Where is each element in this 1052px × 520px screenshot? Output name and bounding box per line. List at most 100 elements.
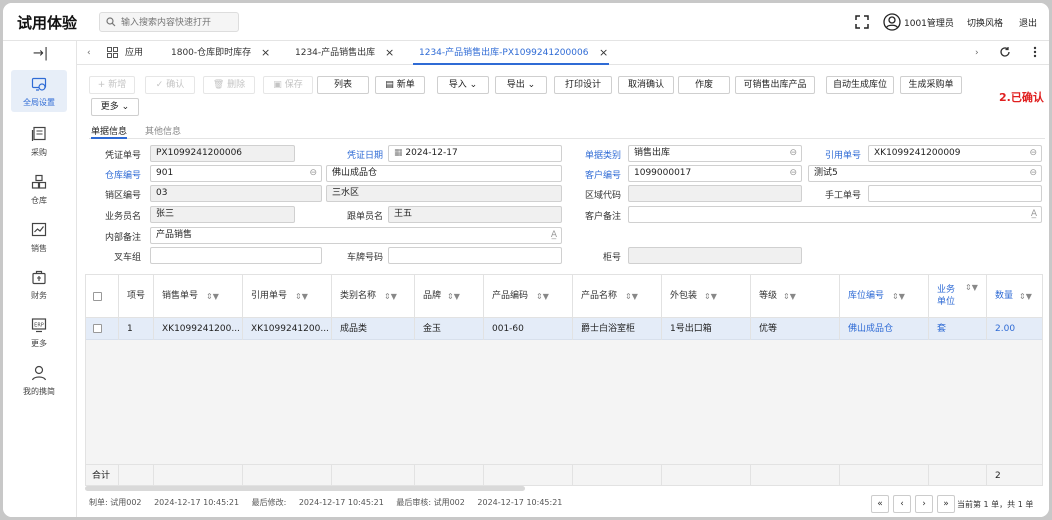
sales-area-code-field[interactable]: 03 — [150, 185, 322, 202]
table-cell[interactable]: 优等 — [751, 318, 840, 340]
sort-filter-icon[interactable]: ⇕▼ — [783, 275, 796, 318]
more-button[interactable]: 更多 ⌄ — [91, 98, 139, 116]
customer-name-field[interactable]: 测试5 ⊖ — [808, 165, 1042, 182]
tab-document-info[interactable]: 单据信息 — [91, 124, 128, 139]
close-icon[interactable]: × — [261, 41, 270, 65]
generate-purchase-button[interactable]: 生成采购单 — [900, 76, 962, 94]
void-button[interactable]: 作废 — [678, 76, 730, 94]
list-button[interactable]: 列表 — [317, 76, 369, 94]
export-button[interactable]: 导出 ⌄ — [495, 76, 547, 94]
import-button[interactable]: 导入 ⌄ — [437, 76, 489, 94]
sort-filter-icon[interactable]: ⇕▼ — [206, 275, 219, 318]
tab-inventory[interactable]: 1800-仓库即时库存 × — [171, 41, 271, 65]
table-cell[interactable]: 1 — [119, 318, 154, 340]
sort-filter-icon[interactable]: ⇕▼ — [892, 275, 905, 318]
collapse-sidebar-icon[interactable]: →| — [33, 46, 48, 61]
sort-filter-icon[interactable]: ⇕▼ — [447, 275, 460, 318]
col-header[interactable]: 销售单号 ⇕▼ — [154, 275, 243, 318]
forklift-group-field[interactable] — [150, 247, 322, 264]
sort-filter-icon[interactable]: ⇕▼ — [384, 275, 397, 318]
save-button[interactable]: ▣ 保存 — [263, 76, 313, 94]
confirm-button[interactable]: ✓ 确认 — [145, 76, 195, 94]
lookup-icon[interactable]: ⊖ — [309, 166, 317, 181]
warehouse-code-field[interactable]: 901 ⊖ — [150, 165, 322, 182]
sort-filter-icon[interactable]: ⇕▼ — [625, 275, 638, 318]
col-header[interactable]: 业务单位 ⇕▼ — [929, 275, 987, 318]
sellable-products-button[interactable]: 可销售出库产品 — [735, 76, 815, 94]
add-button[interactable]: + 新增 — [89, 76, 135, 94]
sidebar-item-my-shortcuts[interactable]: 我的携简 — [11, 359, 67, 401]
table-cell[interactable]: 套 — [929, 318, 987, 340]
table-cell[interactable]: 佛山成品仓 — [840, 318, 929, 340]
close-icon[interactable]: × — [385, 41, 394, 65]
col-header[interactable]: 产品编码 ⇕▼ — [484, 275, 573, 318]
customer-note-field[interactable]: A̲ — [628, 206, 1042, 223]
sort-filter-icon[interactable]: ⇕▼ — [704, 275, 717, 318]
sales-area-name-field[interactable]: 三水区 — [326, 185, 562, 202]
sidebar-item-warehouse[interactable]: 仓库 — [11, 168, 67, 210]
new-document-button[interactable]: ▤ 新单 — [375, 76, 425, 94]
table-cell[interactable]: 2.00 — [987, 318, 1042, 340]
cabinet-no-field[interactable] — [628, 247, 802, 264]
doc-type-field[interactable]: 销售出库 ⊖ — [628, 145, 802, 162]
table-cell[interactable]: 成品类 — [332, 318, 415, 340]
sidebar-item-purchase[interactable]: 采购 — [11, 120, 67, 162]
ref-no-field[interactable]: XK1099241200009 ⊖ — [868, 145, 1042, 162]
select-all-checkbox[interactable] — [93, 292, 102, 301]
tab-scroll-right-icon[interactable]: › — [975, 41, 979, 65]
print-design-button[interactable]: 打印设计 — [554, 76, 612, 94]
table-cell[interactable]: XK1099241200... — [154, 318, 243, 340]
sidebar-item-finance[interactable]: 财务 — [11, 263, 67, 305]
sidebar-item-global-settings[interactable]: 全局设置 — [11, 70, 67, 112]
plate-no-field[interactable] — [388, 247, 562, 264]
tab-current-document[interactable]: 1234-产品销售出库-PX1099241200006 × — [413, 41, 609, 65]
lookup-icon[interactable]: ⊖ — [789, 146, 797, 161]
delete-button[interactable]: 🗑 删除 — [203, 76, 255, 94]
tab-sales-outbound[interactable]: 1234-产品销售出库 × — [295, 41, 395, 65]
text-format-icon[interactable]: A̲ — [551, 228, 557, 243]
sidebar-item-sales[interactable]: 销售 — [11, 216, 67, 258]
col-header[interactable]: 品牌 ⇕▼ — [415, 275, 484, 318]
table-cell[interactable]: 1号出口箱 — [662, 318, 751, 340]
text-format-icon[interactable]: A̲ — [1031, 207, 1037, 222]
col-header[interactable]: 等级 ⇕▼ — [751, 275, 840, 318]
close-icon[interactable]: × — [599, 41, 608, 65]
search-input[interactable] — [121, 15, 236, 30]
warehouse-name-field[interactable]: 佛山成品仓 — [326, 165, 562, 182]
sort-filter-icon[interactable]: ⇕▼ — [965, 275, 978, 309]
voucher-no-field[interactable]: PX1099241200006 — [150, 145, 295, 162]
prev-page-button[interactable]: ‹ — [893, 495, 911, 513]
sort-filter-icon[interactable]: ⇕▼ — [1019, 275, 1032, 318]
col-header[interactable]: 外包装 ⇕▼ — [662, 275, 751, 318]
last-page-button[interactable]: » — [937, 495, 955, 513]
col-header[interactable]: 产品名称 ⇕▼ — [573, 275, 662, 318]
salesperson-field[interactable]: 张三 — [150, 206, 295, 223]
table-row[interactable]: 1 XK1099241200... XK1099241200... 成品类 金玉… — [86, 318, 1042, 340]
fullscreen-icon[interactable] — [855, 15, 869, 29]
row-checkbox[interactable] — [93, 324, 102, 333]
col-header[interactable]: 项号 — [119, 275, 154, 318]
manual-no-field[interactable] — [868, 185, 1042, 202]
table-cell[interactable]: 001-60 — [484, 318, 573, 340]
more-vertical-icon[interactable] — [1033, 46, 1037, 58]
table-cell[interactable]: 金玉 — [415, 318, 484, 340]
switch-style-link[interactable]: 切换风格 — [967, 16, 1003, 29]
lookup-icon[interactable]: ⊖ — [1029, 146, 1037, 161]
lookup-icon[interactable]: ⊖ — [1029, 166, 1037, 181]
col-header[interactable]: 引用单号 ⇕▼ — [243, 275, 332, 318]
first-page-button[interactable]: « — [871, 495, 889, 513]
sort-filter-icon[interactable]: ⇕▼ — [536, 275, 549, 318]
lookup-icon[interactable]: ⊖ — [789, 166, 797, 181]
next-page-button[interactable]: › — [915, 495, 933, 513]
internal-note-field[interactable]: 产品销售 A̲ — [150, 227, 562, 244]
sort-filter-icon[interactable]: ⇕▼ — [295, 275, 308, 318]
col-header[interactable]: 数量 ⇕▼ — [987, 275, 1042, 318]
region-code-field[interactable] — [628, 185, 802, 202]
voucher-date-field[interactable]: ▦ 2024-12-17 — [388, 145, 562, 162]
table-cell[interactable]: XK1099241200... — [243, 318, 332, 340]
table-cell[interactable]: 爵士白浴室柜 — [573, 318, 662, 340]
customer-code-field[interactable]: 1099000017 ⊖ — [628, 165, 802, 182]
logout-link[interactable]: 退出 — [1019, 16, 1037, 29]
auto-location-button[interactable]: 自动生成库位 — [826, 76, 894, 94]
col-header[interactable]: 类别名称 ⇕▼ — [332, 275, 415, 318]
